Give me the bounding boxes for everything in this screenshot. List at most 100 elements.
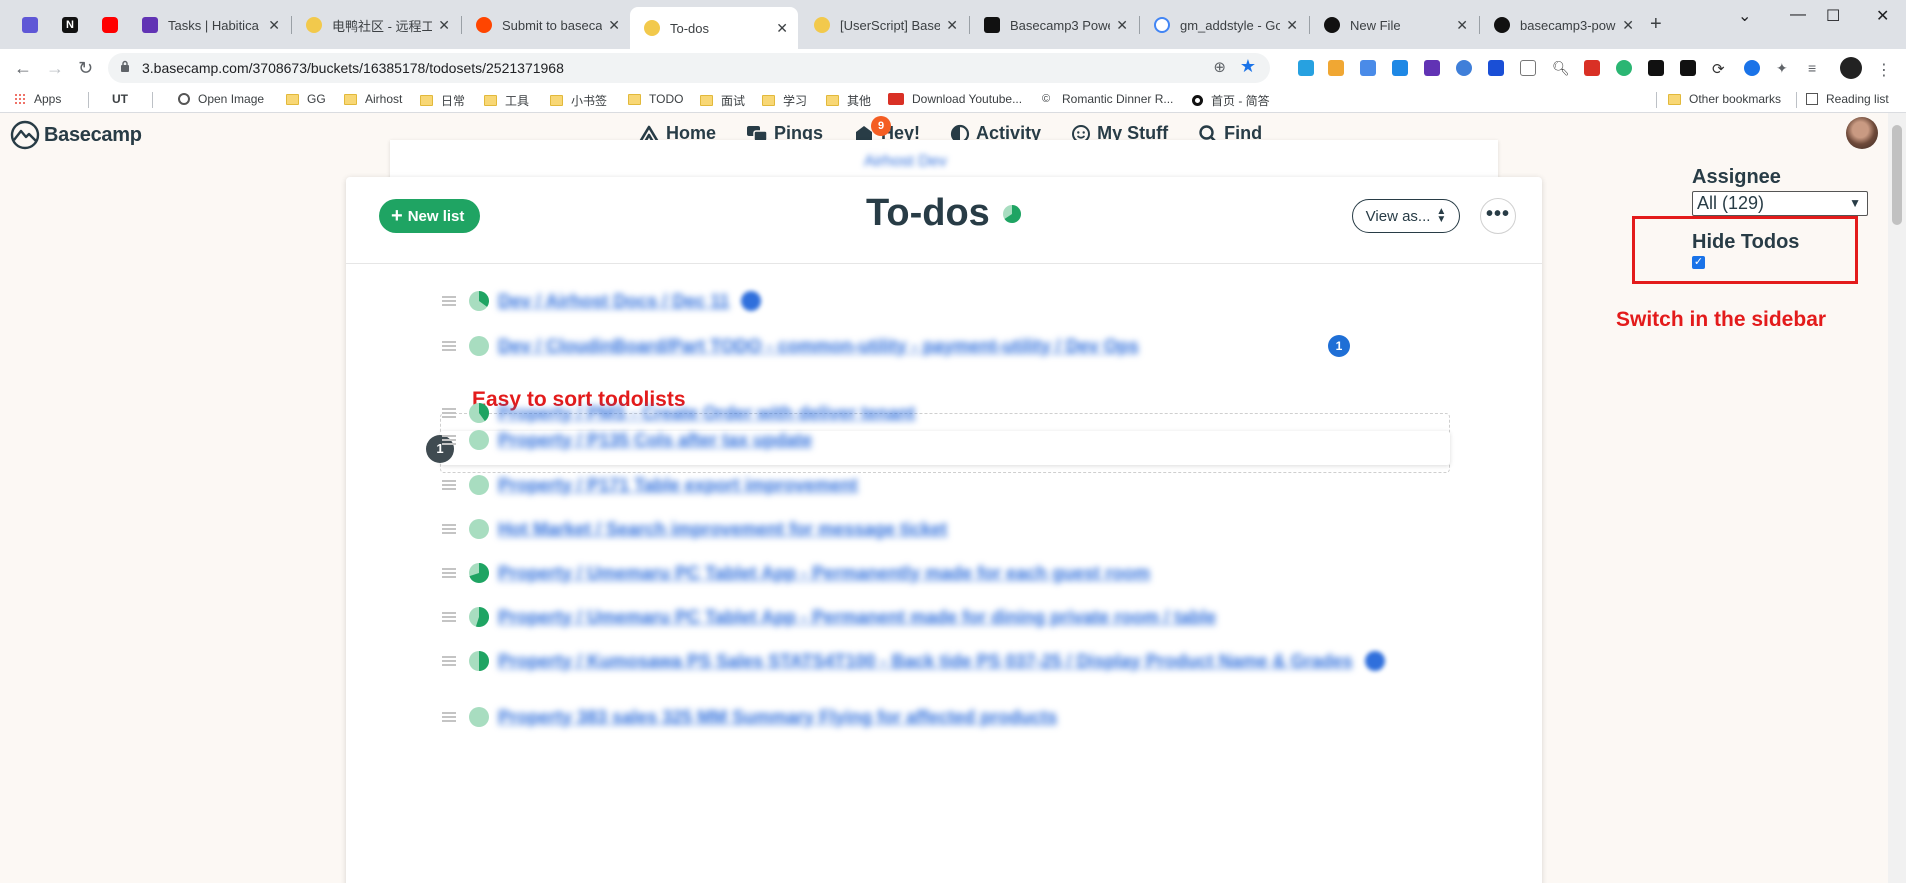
bookmark-other[interactable]: Other bookmarks <box>1668 92 1781 106</box>
bookmark-folder[interactable]: 其他 <box>826 92 871 109</box>
reading-mode-icon[interactable]: ≡ <box>1808 60 1824 76</box>
new-list-button[interactable]: + New list <box>379 199 481 233</box>
extension-globe-icon[interactable] <box>1456 60 1472 76</box>
browser-menu-icon[interactable]: ⋮ <box>1876 60 1892 79</box>
page-scrollbar[interactable] <box>1888 113 1906 883</box>
drag-handle-icon[interactable] <box>442 339 458 353</box>
drag-handle-icon[interactable] <box>442 406 458 420</box>
assignee-select[interactable]: All (129) ▼ <box>1692 191 1868 216</box>
tab-google[interactable]: gm_addstyle - Goog ✕ <box>1140 8 1308 42</box>
omnibox[interactable]: 3.basecamp.com/3708673/buckets/16385178/… <box>108 53 1270 83</box>
bookmark-folder[interactable]: GG <box>286 92 326 106</box>
pinned-tab-notion[interactable]: N <box>48 8 88 42</box>
bookmark-folder[interactable]: 日常 <box>420 92 465 109</box>
tab-search-icon[interactable]: ⌄ <box>1738 6 1751 26</box>
todolist-row[interactable]: Dev / CloudinBoard/Part TODO - common-ut… <box>442 334 1139 358</box>
breadcrumb[interactable]: Airhost Dev <box>864 153 947 171</box>
extension-chat-icon[interactable] <box>1392 60 1408 76</box>
close-icon[interactable]: ✕ <box>438 17 450 34</box>
more-options-button[interactable]: ••• <box>1480 198 1516 234</box>
drag-handle-icon[interactable] <box>442 610 458 624</box>
drag-handle-icon[interactable] <box>442 478 458 492</box>
tab-todos-active[interactable]: To-dos ✕ <box>630 7 798 49</box>
extension-calendar-icon[interactable] <box>1360 60 1376 76</box>
drag-handle-icon[interactable] <box>442 566 458 580</box>
todolist-title[interactable]: Property / P135 Cols after tax update <box>498 430 812 451</box>
extension-blue-icon[interactable] <box>1744 60 1760 76</box>
tab-github-newfile[interactable]: New File ✕ <box>1310 8 1478 42</box>
extensions-puzzle-icon[interactable]: ✦ <box>1776 60 1792 76</box>
close-icon[interactable]: ✕ <box>776 20 788 37</box>
todolist-row[interactable]: Property / PMS - Create Order with deliv… <box>442 401 915 425</box>
drag-handle-icon[interactable] <box>442 294 458 308</box>
drag-handle-icon[interactable] <box>442 654 458 668</box>
extension-reader-icon[interactable] <box>1520 60 1536 76</box>
bookmark-folder[interactable]: 小书签 <box>550 92 607 109</box>
bookmark-apps[interactable]: Apps <box>14 92 61 106</box>
todolist-row[interactable]: Hot Market / Search improvement for mess… <box>442 517 947 541</box>
extension-habitica-icon[interactable] <box>1424 60 1440 76</box>
basecamp-logo[interactable]: Basecamp <box>10 120 142 150</box>
todolist-title[interactable]: Property / Kumosawa PS Sales STATS4T100 … <box>498 651 1353 672</box>
tab-habitica[interactable]: Tasks | Habitica ✕ <box>128 8 290 42</box>
todolist-row[interactable]: Property 383 sales 325 MM Summary Flying… <box>442 705 1057 729</box>
tab-eleduck[interactable]: 电鸭社区 - 远程工作 ✕ <box>292 8 460 42</box>
drag-handle-icon[interactable] <box>442 433 458 447</box>
todolist-title[interactable]: Property / P171 Table export improvement <box>498 475 858 496</box>
profile-avatar-icon[interactable] <box>1840 57 1862 79</box>
extension-list-icon[interactable] <box>1328 60 1344 76</box>
todolist-row[interactable]: Property / Umemaru PC Tablet App - Perma… <box>442 561 1150 585</box>
todolist-row[interactable]: Property / Kumosawa PS Sales STATS4T100 … <box>442 649 1385 673</box>
extension-translate-icon[interactable] <box>1488 60 1504 76</box>
todolist-row[interactable]: Property / Umemaru PC Tablet App - Perma… <box>442 605 1216 629</box>
bookmark-youtube-download[interactable]: Download Youtube... <box>888 92 1022 106</box>
minimize-button[interactable]: — <box>1790 6 1806 24</box>
close-icon[interactable]: ✕ <box>268 17 280 34</box>
maximize-button[interactable]: ☐ <box>1826 6 1840 26</box>
zoom-icon[interactable]: ⊕ <box>1213 58 1226 76</box>
close-icon[interactable]: ✕ <box>1622 17 1634 34</box>
view-as-select[interactable]: View as... ▲ ▼ <box>1352 199 1460 233</box>
reading-list-button[interactable]: Reading list <box>1806 92 1889 106</box>
close-icon[interactable]: ✕ <box>1116 17 1128 34</box>
bookmark-folder[interactable]: 学习 <box>762 92 807 109</box>
bookmark-jianda[interactable]: 首页 - 简答 <box>1192 92 1270 109</box>
bookmark-open-image[interactable]: Open Image <box>178 92 264 106</box>
todolist-title[interactable]: Property / Umemaru PC Tablet App - Perma… <box>498 563 1150 584</box>
extension-timer-icon[interactable]: ⟳ <box>1712 60 1728 78</box>
todolist-row[interactable]: Dev / Airhost Docs / Dec 11 <box>442 289 762 313</box>
extension-link-icon[interactable] <box>1298 60 1314 76</box>
todolist-title[interactable]: Dev / Airhost Docs / Dec 11 <box>498 291 729 312</box>
tab-greasyfork[interactable]: Basecamp3 Powerp ✕ <box>970 8 1138 42</box>
back-button[interactable]: ← <box>14 58 32 79</box>
pinned-tab-1[interactable] <box>8 8 48 42</box>
extension-megaphone-icon[interactable] <box>1584 60 1600 76</box>
new-tab-button[interactable]: + <box>1650 13 1662 36</box>
bookmark-folder[interactable]: 面试 <box>700 92 745 109</box>
bookmark-folder[interactable]: TODO <box>628 92 683 106</box>
todolist-title[interactable]: Hot Market / Search improvement for mess… <box>498 519 947 540</box>
todolist-row[interactable]: Property / P171 Table export improvement <box>442 473 858 497</box>
todolist-row[interactable]: Property / P135 Cols after tax update <box>442 428 812 452</box>
scrollbar-thumb[interactable] <box>1892 125 1902 225</box>
bookmark-ut[interactable]: UT <box>112 92 128 106</box>
drag-handle-icon[interactable] <box>442 522 458 536</box>
tab-reddit[interactable]: Submit to basecam ✕ <box>462 8 630 42</box>
drag-handle-icon[interactable] <box>442 710 458 724</box>
todolist-title[interactable]: Property 383 sales 325 MM Summary Flying… <box>498 707 1057 728</box>
reload-button[interactable]: ↻ <box>78 58 93 79</box>
bookmark-folder[interactable]: Airhost <box>344 92 402 106</box>
bookmark-romantic-dinner[interactable]: © Romantic Dinner R... <box>1042 92 1173 106</box>
close-icon[interactable]: ✕ <box>1286 17 1298 34</box>
close-icon[interactable]: ✕ <box>946 17 958 34</box>
pinned-tab-youtube[interactable] <box>88 8 128 42</box>
close-icon[interactable]: ✕ <box>608 17 620 34</box>
close-icon[interactable]: ✕ <box>1456 17 1468 34</box>
extension-square-icon[interactable] <box>1648 60 1664 76</box>
user-avatar[interactable] <box>1846 117 1878 149</box>
close-window-button[interactable]: ✕ <box>1876 6 1889 26</box>
todolist-title[interactable]: Property / Umemaru PC Tablet App - Perma… <box>498 607 1216 628</box>
hide-todos-checkbox[interactable]: ✓ <box>1692 256 1705 269</box>
tab-github-repo[interactable]: basecamp3-powerp ✕ <box>1480 8 1644 42</box>
extension-badge-icon[interactable] <box>1680 60 1696 76</box>
